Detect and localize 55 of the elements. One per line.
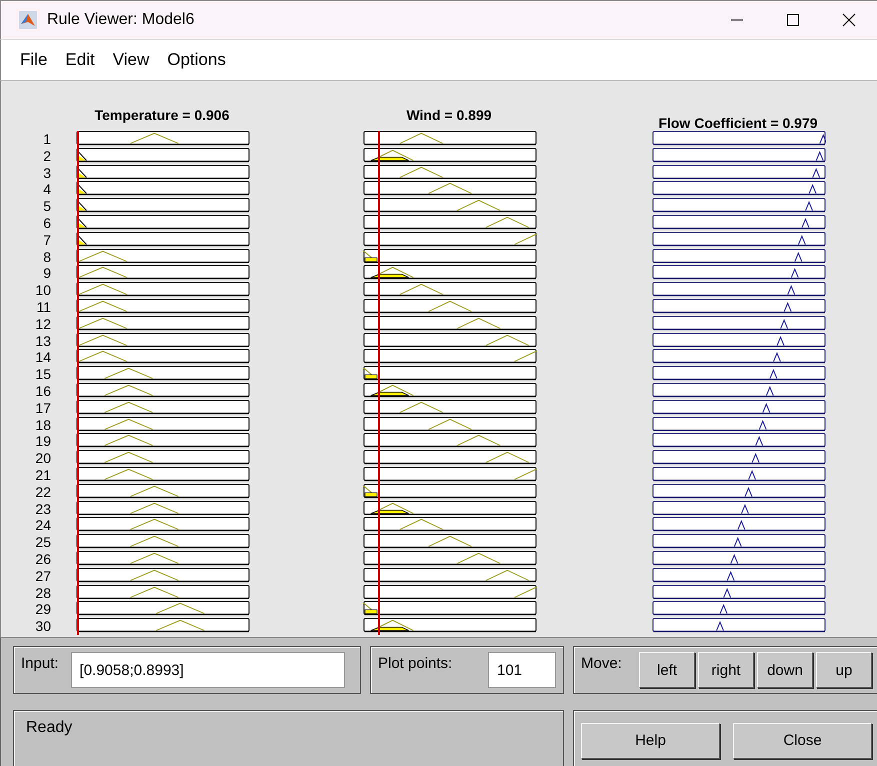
rule-number: 14 <box>35 349 52 366</box>
menu-item[interactable]: Options <box>160 50 233 70</box>
rule-number: 12 <box>35 316 52 333</box>
plot-points-field[interactable]: 101 <box>488 652 556 688</box>
rule-number: 26 <box>35 550 52 568</box>
move-label: Move: <box>581 655 622 672</box>
rule-number: 2 <box>43 148 52 165</box>
dialog-button[interactable]: Help <box>581 722 720 758</box>
input-title: Temperature = 0.906 <box>94 107 230 123</box>
menu-item[interactable]: View <box>106 50 156 70</box>
move-button[interactable]: right <box>698 652 754 688</box>
status-text: Ready <box>26 719 72 737</box>
plot-points-label: Plot points: <box>378 655 452 672</box>
rule-number: 22 <box>35 484 52 501</box>
rule-number: 9 <box>43 265 52 282</box>
rule-number: 13 <box>35 332 52 350</box>
app-logo-icon <box>19 11 37 29</box>
rule-number: 27 <box>35 568 52 585</box>
move-button[interactable]: down <box>757 652 813 688</box>
rule-number: 23 <box>35 500 52 518</box>
input-field[interactable]: [0.9058;0.8993] <box>70 652 345 688</box>
rule-number: 19 <box>35 433 52 450</box>
dialog-button[interactable]: Close <box>733 722 872 758</box>
move-button[interactable]: up <box>816 652 872 688</box>
rule-number: 16 <box>35 382 52 400</box>
input-line[interactable] <box>378 131 380 635</box>
menu-item[interactable]: File <box>13 50 54 70</box>
rule-number: 5 <box>43 198 52 215</box>
rule-number: 20 <box>35 450 52 467</box>
input-title: Wind = 0.899 <box>406 107 492 123</box>
move-button[interactable]: left <box>639 652 695 688</box>
rule-number: 4 <box>43 181 52 198</box>
maximize-icon[interactable] <box>786 13 800 27</box>
menu-item[interactable]: Edit <box>58 50 102 70</box>
rule-number: 28 <box>35 584 52 602</box>
rule-number: 30 <box>35 618 52 635</box>
rule-number: 24 <box>35 517 52 534</box>
rule-number: 1 <box>43 131 52 148</box>
input-label: Input: <box>21 655 59 672</box>
output-title: Flow Coefficient = 0.979 <box>658 115 818 131</box>
rule-number: 25 <box>35 534 52 551</box>
rule-number: 11 <box>36 298 52 316</box>
close-icon[interactable] <box>842 13 856 27</box>
rule-number: 8 <box>43 248 52 266</box>
input-line[interactable] <box>77 131 79 635</box>
rule-number: 17 <box>35 400 52 417</box>
rule-number: 18 <box>35 416 52 434</box>
rule-number: 15 <box>35 366 52 383</box>
window-title: Rule Viewer: Model6 <box>47 11 194 29</box>
rule-number: 29 <box>35 601 52 618</box>
rule-number: 6 <box>43 214 52 232</box>
rule-number: 21 <box>35 466 52 484</box>
rule-number: 7 <box>43 232 52 249</box>
rule-number: 10 <box>35 282 52 299</box>
rule-number: 3 <box>43 164 52 182</box>
